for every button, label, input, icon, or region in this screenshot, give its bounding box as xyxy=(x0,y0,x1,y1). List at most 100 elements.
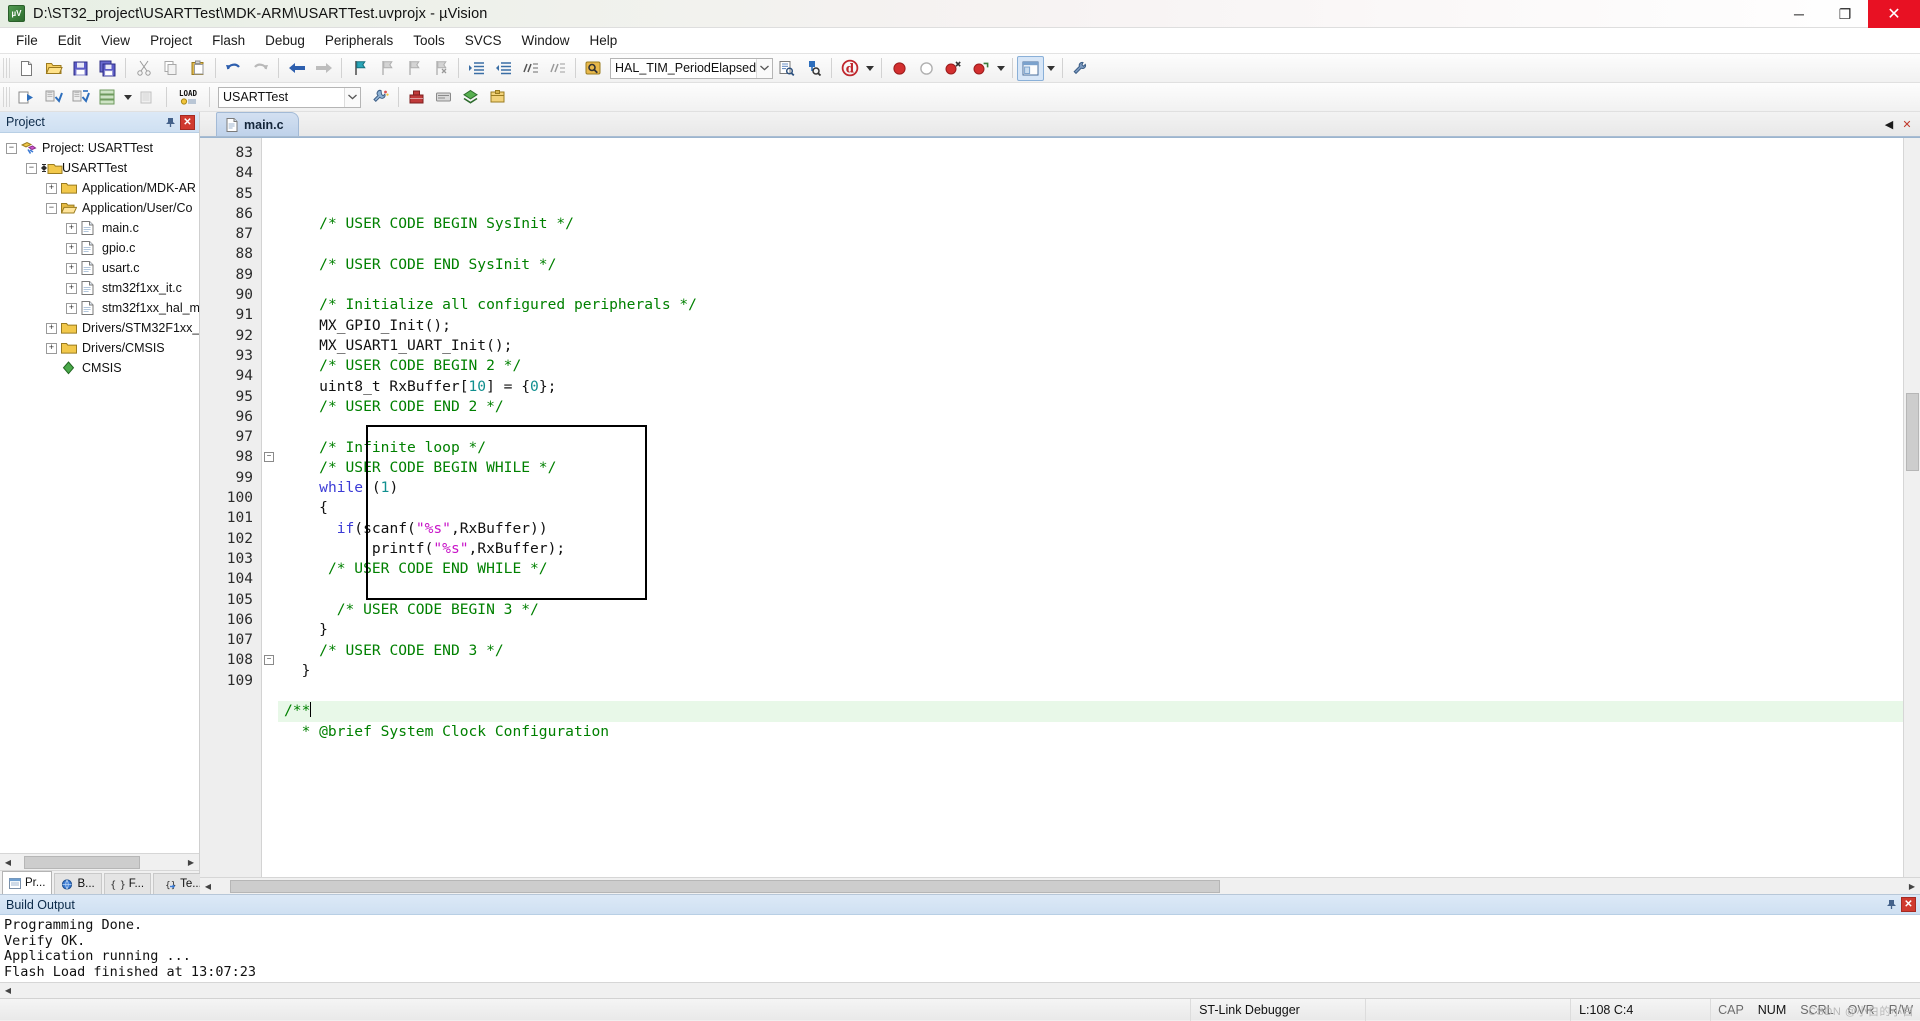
browse-symbol-icon[interactable] xyxy=(773,56,800,81)
menu-edit[interactable]: Edit xyxy=(48,30,91,51)
indent-icon[interactable] xyxy=(463,56,490,81)
code-line[interactable] xyxy=(278,580,1903,600)
collapse-icon[interactable]: − xyxy=(6,142,17,154)
menu-tools[interactable]: Tools xyxy=(403,30,455,51)
navigate-forward-icon[interactable] xyxy=(310,56,337,81)
pin-icon[interactable] xyxy=(1884,897,1899,912)
bookmark-next-icon[interactable] xyxy=(400,56,427,81)
tree-item[interactable]: + gpio.c xyxy=(0,238,199,258)
save-all-icon[interactable] xyxy=(94,56,121,81)
comment-icon[interactable] xyxy=(517,56,544,81)
scroll-left-icon[interactable]: ◀ xyxy=(200,878,216,894)
code-line[interactable]: /* USER CODE BEGIN WHILE */ xyxy=(278,458,1903,478)
tree-item[interactable]: − USARTTest xyxy=(0,158,199,178)
maximize-button[interactable]: ❐ xyxy=(1822,0,1868,28)
tree-item[interactable]: + Drivers/STM32F1xx_ xyxy=(0,318,199,338)
tab-scroll-left-icon[interactable]: ◀ xyxy=(1880,115,1898,133)
tree-item[interactable]: + main.c xyxy=(0,218,199,238)
copy-icon[interactable] xyxy=(157,56,184,81)
code-folding-bar[interactable]: − − xyxy=(262,138,278,877)
target-combo[interactable]: USARTTest xyxy=(218,86,361,108)
collapse-icon[interactable]: − xyxy=(46,202,57,214)
code-line[interactable]: /* USER CODE END SysInit */ xyxy=(278,255,1903,275)
bookmark-clear-icon[interactable] xyxy=(427,56,454,81)
expand-icon[interactable]: + xyxy=(46,342,57,354)
collapse-icon[interactable]: − xyxy=(26,162,37,174)
code-line[interactable] xyxy=(278,681,1903,701)
code-line[interactable] xyxy=(278,194,1903,214)
code-line[interactable] xyxy=(278,235,1903,255)
menu-file[interactable]: File xyxy=(6,30,48,51)
project-tab-3[interactable]: { }F... xyxy=(103,873,152,894)
scroll-right-icon[interactable]: ▶ xyxy=(1904,878,1920,894)
toolbar-grip[interactable] xyxy=(3,87,10,107)
hscroll-thumb[interactable] xyxy=(230,879,1220,893)
tree-item[interactable]: − Project: USARTTest xyxy=(0,138,199,158)
chevron-down-icon[interactable] xyxy=(756,58,772,78)
find-icon[interactable] xyxy=(800,56,827,81)
close-icon[interactable]: ✕ xyxy=(1901,897,1916,912)
stop-build-icon[interactable] xyxy=(135,85,162,110)
code-line[interactable]: MX_USART1_UART_Init(); xyxy=(278,336,1903,356)
bookmark-prev-icon[interactable] xyxy=(373,56,400,81)
tree-item[interactable]: + stm32f1xx_hal_m xyxy=(0,298,199,318)
project-tree[interactable]: − Project: USARTTest − USARTTest + Applicatio… xyxy=(0,133,199,853)
code-line[interactable]: } xyxy=(278,661,1903,681)
configuration-wizard-icon[interactable] xyxy=(430,85,457,110)
tree-item[interactable]: − Application/User/Co xyxy=(0,198,199,218)
tree-item[interactable]: + stm32f1xx_it.c xyxy=(0,278,199,298)
multi-project-icon[interactable] xyxy=(457,85,484,110)
code-line[interactable]: /* USER CODE END 2 */ xyxy=(278,397,1903,417)
close-icon[interactable]: ✕ xyxy=(180,114,195,130)
menu-view[interactable]: View xyxy=(91,30,140,51)
code-line[interactable]: if(scanf("%s",RxBuffer)) xyxy=(278,519,1903,539)
navigate-back-icon[interactable] xyxy=(283,56,310,81)
code-line[interactable]: printf("%s",RxBuffer); xyxy=(278,539,1903,559)
function-combo[interactable]: HAL_TIM_PeriodElapsedCall xyxy=(610,57,773,79)
code-line[interactable]: while (1) xyxy=(278,478,1903,498)
code-line[interactable]: /* USER CODE BEGIN SysInit */ xyxy=(278,214,1903,234)
expand-icon[interactable]: + xyxy=(46,322,57,334)
paste-icon[interactable] xyxy=(184,56,211,81)
expand-icon[interactable]: + xyxy=(66,262,77,274)
code-line[interactable] xyxy=(278,275,1903,295)
code-editor[interactable]: 83 84 85 86 87 88 89 90 91 92 93 94 95 96 97 98 99 100 101… xyxy=(200,137,1920,877)
code-line[interactable]: /* USER CODE BEGIN 3 */ xyxy=(278,600,1903,620)
menu-window[interactable]: Window xyxy=(511,30,579,51)
build-icon[interactable] xyxy=(40,85,67,110)
editor-tab-main-c[interactable]: main.c xyxy=(216,112,299,136)
translate-icon[interactable] xyxy=(13,85,40,110)
hscroll-track[interactable] xyxy=(216,878,1904,894)
toolbar-grip[interactable] xyxy=(3,58,10,78)
redo-icon[interactable] xyxy=(247,56,274,81)
tab-close-icon[interactable]: ✕ xyxy=(1898,115,1916,133)
hscroll-track[interactable] xyxy=(16,983,1920,998)
save-icon[interactable] xyxy=(67,56,94,81)
target-options-icon[interactable] xyxy=(367,85,394,110)
batch-build-dropdown-icon[interactable] xyxy=(121,85,135,110)
code-line[interactable]: { xyxy=(278,498,1903,518)
layout-dropdown-icon[interactable] xyxy=(1044,56,1058,81)
scroll-right-icon[interactable]: ▶ xyxy=(183,854,199,870)
tree-item[interactable]: CMSIS xyxy=(0,358,199,378)
code-line[interactable]: /** xyxy=(278,701,1903,722)
breakpoints-dropdown-icon[interactable] xyxy=(994,56,1008,81)
open-file-icon[interactable] xyxy=(40,56,67,81)
code-line[interactable]: /* USER CODE END 3 */ xyxy=(278,641,1903,661)
expand-icon[interactable]: + xyxy=(46,182,57,194)
pack-installer-icon[interactable] xyxy=(484,85,511,110)
editor-vscrollbar[interactable] xyxy=(1903,138,1920,877)
code-line[interactable]: MX_GPIO_Init(); xyxy=(278,316,1903,336)
expand-icon[interactable]: + xyxy=(66,242,77,254)
code-line[interactable]: uint8_t RxBuffer[10] = {0}; xyxy=(278,377,1903,397)
vscroll-thumb[interactable] xyxy=(1906,393,1919,471)
load-icon[interactable]: LOAD xyxy=(171,85,205,110)
expand-icon[interactable]: + xyxy=(66,222,77,234)
find-in-files-icon[interactable] xyxy=(580,56,607,81)
code-line[interactable]: * @brief System Clock Configuration xyxy=(278,722,1903,742)
scroll-left-icon[interactable]: ◀ xyxy=(0,983,16,998)
tree-item[interactable]: + Drivers/CMSIS xyxy=(0,338,199,358)
code-line[interactable]: } xyxy=(278,620,1903,640)
hscroll-track[interactable] xyxy=(16,854,183,870)
code-line[interactable] xyxy=(278,417,1903,437)
